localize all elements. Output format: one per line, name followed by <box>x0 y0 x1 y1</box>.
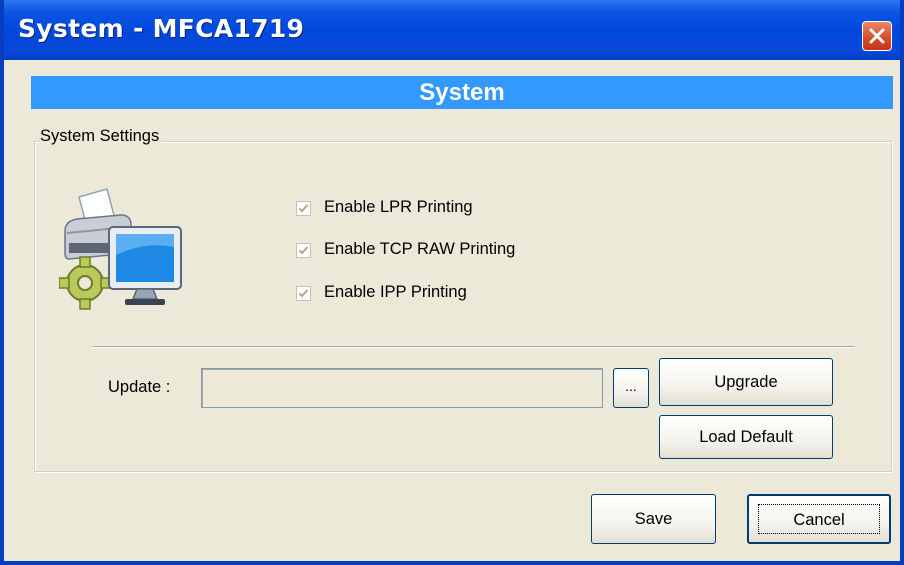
save-button[interactable]: Save <box>591 494 716 544</box>
banner-title: System <box>419 79 505 106</box>
tcp-raw-checkbox[interactable] <box>296 243 311 258</box>
upgrade-button-label: Upgrade <box>714 373 778 391</box>
update-file-input[interactable] <box>201 368 603 408</box>
window-title: System - MFCA1719 <box>18 14 305 43</box>
lpr-checkbox[interactable] <box>296 201 311 216</box>
update-label: Update : <box>108 378 171 396</box>
load-default-button-label: Load Default <box>699 428 793 446</box>
save-button-label: Save <box>634 510 673 528</box>
tcp-raw-label: Enable TCP RAW Printing <box>324 240 516 258</box>
load-default-button[interactable]: Load Default <box>659 415 833 459</box>
checkmark-icon <box>298 289 309 298</box>
upgrade-button[interactable]: Upgrade <box>659 358 833 406</box>
close-button[interactable] <box>862 21 892 51</box>
lpr-label: Enable LPR Printing <box>324 198 473 216</box>
cancel-button[interactable]: Cancel <box>747 494 891 544</box>
ipp-checkbox[interactable] <box>296 286 311 301</box>
checkmark-icon <box>298 204 309 213</box>
close-icon <box>869 28 885 44</box>
ipp-label: Enable IPP Printing <box>324 283 467 301</box>
printer-monitor-gear-icon <box>59 188 182 310</box>
system-dialog: System - MFCA1719 System System Settings <box>0 0 904 565</box>
browse-button[interactable]: ... <box>613 368 649 408</box>
browse-button-label: ... <box>625 378 637 394</box>
separator <box>93 346 855 348</box>
checkmark-icon <box>298 246 309 255</box>
section-banner: System <box>31 76 893 109</box>
group-legend: System Settings <box>40 127 162 146</box>
cancel-button-label: Cancel <box>793 511 845 529</box>
title-bar[interactable]: System - MFCA1719 <box>4 0 900 60</box>
